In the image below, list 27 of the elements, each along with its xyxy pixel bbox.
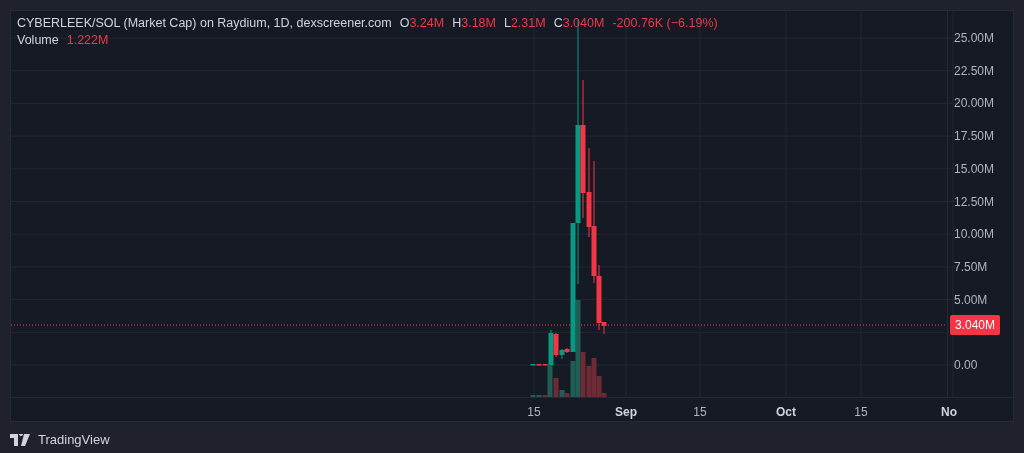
axis-label: 20.00M bbox=[954, 95, 995, 113]
volume-label: Volume bbox=[17, 32, 59, 49]
axis-label: 12.50M bbox=[954, 193, 995, 211]
ohlc-value: H3.18M bbox=[452, 15, 496, 32]
ohlc-value: L2.31M bbox=[503, 15, 546, 32]
axis-label: No bbox=[941, 404, 957, 421]
axis-label: 17.50M bbox=[954, 128, 995, 146]
ohlc-value: O3.24M bbox=[399, 15, 445, 32]
volume-value: 1.222M bbox=[66, 32, 109, 49]
axis-label: 15 bbox=[693, 404, 707, 421]
axis-label: 25.00M bbox=[954, 30, 995, 47]
chart-title: CYBERLEEK/SOL (Market Cap) on Raydium, 1D, dexscreener.com bbox=[17, 15, 392, 32]
axis-label: 15.00M bbox=[954, 160, 995, 178]
axis-label: 5.00M bbox=[954, 291, 988, 309]
axis-label: 10.00M bbox=[954, 226, 995, 244]
logo-icon bbox=[10, 433, 32, 446]
ohlc-value: C3.040M bbox=[553, 15, 605, 32]
axis-label: Oct bbox=[776, 404, 796, 421]
last-price-label: 3.040M bbox=[950, 315, 1001, 335]
brand-name: TradingView bbox=[38, 431, 110, 449]
price-change: -200.76K (−6.19%) bbox=[612, 15, 718, 32]
axis-label: 7.50M bbox=[954, 258, 988, 276]
axis-label: Sep bbox=[615, 404, 637, 421]
axis-label: 22.50M bbox=[954, 62, 995, 80]
axis-label: 15 bbox=[854, 404, 868, 421]
axis-label: 0.00 bbox=[954, 357, 978, 374]
axis-label: 15 bbox=[527, 404, 541, 421]
